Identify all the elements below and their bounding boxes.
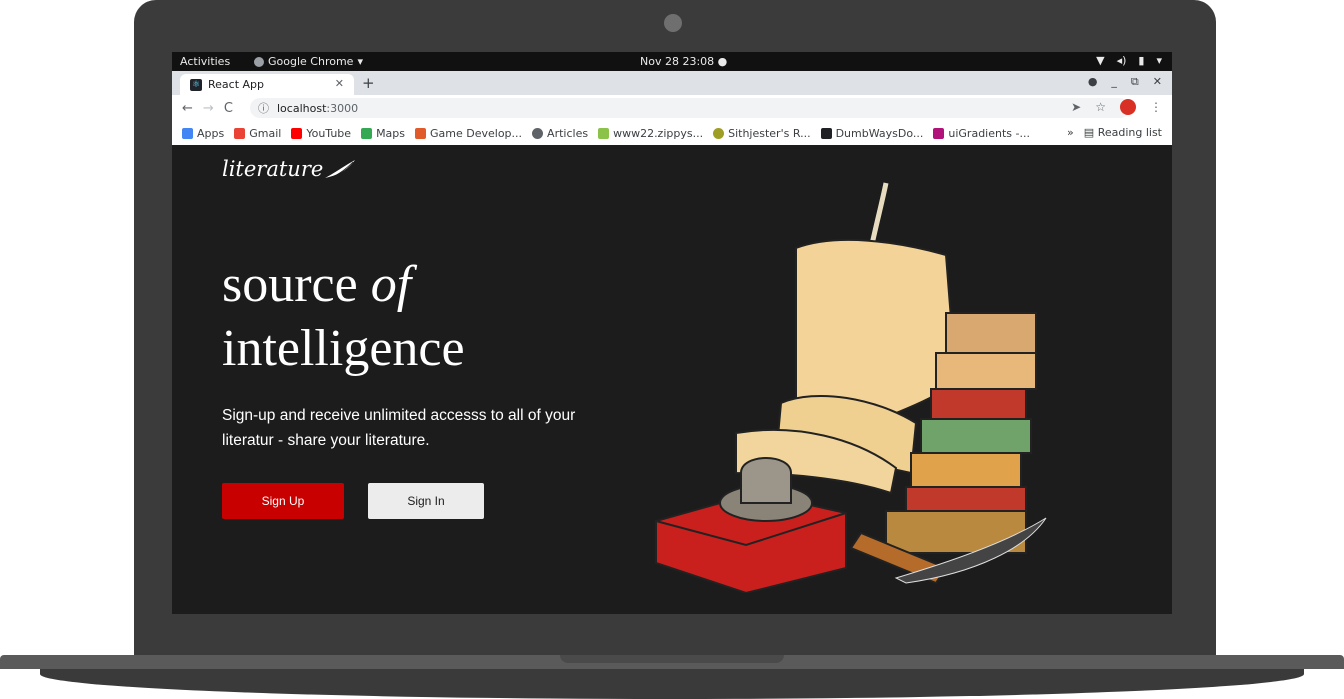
minimize-icon[interactable]: _ — [1111, 75, 1117, 89]
headline-emphasis: of — [370, 256, 412, 313]
reading-list-icon: ▤ — [1083, 126, 1095, 139]
clock[interactable]: Nov 28 23:08 ● — [640, 55, 727, 68]
globe-icon — [532, 127, 544, 139]
bookmark-youtube[interactable]: YouTube — [291, 127, 351, 140]
bookmark-sithjester[interactable]: Sithjester's R... — [713, 127, 811, 140]
volume-icon: ◂) — [1116, 54, 1127, 67]
url-host: localhost — [277, 101, 327, 115]
bookmark-zippys[interactable]: www22.zippys... — [598, 127, 703, 140]
apps-grid-icon — [182, 127, 193, 139]
logo-text: literature — [222, 157, 324, 181]
new-tab-button[interactable]: + — [362, 74, 375, 92]
react-icon: ⚛ — [190, 78, 202, 91]
gmail-icon — [234, 127, 246, 139]
screen: Activities Google Chrome ▾ Nov 28 23:08 … — [172, 52, 1172, 614]
reading-list-button[interactable]: ▤ Reading list — [1084, 126, 1162, 139]
back-icon[interactable]: ← — [182, 101, 193, 116]
zippyshare-icon — [598, 127, 610, 139]
reload-icon[interactable]: C — [224, 101, 233, 116]
star-icon[interactable]: ☆ — [1095, 100, 1106, 114]
hero-headline: source of intelligence — [222, 253, 465, 381]
youtube-icon — [291, 127, 303, 139]
bookmarks-overflow: » ▤ Reading list — [1067, 126, 1162, 139]
maps-icon — [361, 127, 373, 139]
quill-icon — [325, 160, 356, 180]
bookmark-articles[interactable]: Articles — [532, 127, 588, 140]
close-window-icon[interactable]: ✕ — [1153, 75, 1162, 89]
close-icon[interactable]: ✕ — [335, 77, 344, 90]
dumbways-icon — [820, 127, 832, 139]
forward-icon[interactable]: → — [203, 101, 214, 116]
os-top-bar: Activities Google Chrome ▾ Nov 28 23:08 … — [172, 52, 1172, 71]
activities-button[interactable]: Activities — [180, 55, 230, 68]
bookmarks-bar: Apps Gmail YouTube Maps Game Develop... … — [172, 121, 1172, 146]
bookmark-dumbways[interactable]: DumbWaysDo... — [820, 127, 923, 140]
headline-text: source — [222, 256, 371, 313]
bookmark-maps[interactable]: Maps — [361, 127, 405, 140]
bookmark-uigradients[interactable]: uiGradients -... — [933, 127, 1030, 140]
bookmark-game-develop[interactable]: Game Develop... — [415, 127, 522, 140]
bookmark-gmail[interactable]: Gmail — [234, 127, 281, 140]
tab-search-icon[interactable]: ● — [1088, 75, 1098, 89]
system-tray[interactable]: ▼ ◂) ▮ ▾ — [1096, 54, 1162, 67]
battery-icon: ▮ — [1138, 54, 1145, 67]
kebab-menu-icon[interactable]: ⋮ — [1150, 100, 1162, 114]
toolbar-actions: ➤ ☆ ⋮ — [1071, 99, 1162, 115]
send-icon[interactable]: ➤ — [1071, 100, 1081, 114]
chevron-double-right-icon[interactable]: » — [1067, 126, 1074, 139]
tab-title: React App — [208, 78, 265, 91]
wifi-icon: ▼ — [1096, 54, 1105, 67]
laptop-base — [0, 655, 1344, 699]
chevron-down-icon: ▾ — [357, 55, 363, 68]
tab-bar: ⚛ React App ✕ + ● _ ⧉ ✕ — [172, 71, 1172, 95]
app-name: Google Chrome — [268, 55, 354, 68]
headline-line2: intelligence — [222, 320, 465, 377]
uigradients-icon — [933, 127, 945, 139]
landing-page: literature source of intelligence Sign-u… — [172, 145, 1172, 614]
app-menu[interactable]: Google Chrome ▾ — [254, 55, 363, 68]
chevron-down-icon: ▾ — [1156, 54, 1162, 67]
url-port: :3000 — [326, 101, 359, 115]
sign-up-button[interactable]: Sign Up — [222, 483, 344, 519]
sithjester-icon — [713, 127, 725, 139]
books-scroll-illustration — [655, 182, 1047, 593]
sign-in-button[interactable]: Sign In — [368, 483, 484, 519]
chrome-icon — [254, 56, 264, 67]
logo[interactable]: literature — [222, 157, 357, 181]
address-bar[interactable]: ⓘ localhost:3000 — [250, 98, 1130, 118]
bookmark-apps[interactable]: Apps — [182, 127, 224, 140]
tab-react-app[interactable]: ⚛ React App ✕ — [180, 74, 354, 95]
restore-icon[interactable]: ⧉ — [1131, 75, 1139, 89]
game-develop-icon — [415, 127, 427, 139]
browser-toolbar: ← → C ⓘ localhost:3000 ➤ ☆ ⋮ — [172, 95, 1172, 121]
avatar[interactable] — [1120, 99, 1136, 115]
window-controls: ● _ ⧉ ✕ — [1088, 75, 1162, 89]
hero-subtext: Sign-up and receive unlimited accesss to… — [222, 407, 576, 449]
info-icon[interactable]: ⓘ — [258, 100, 269, 116]
webcam-icon — [664, 14, 682, 32]
